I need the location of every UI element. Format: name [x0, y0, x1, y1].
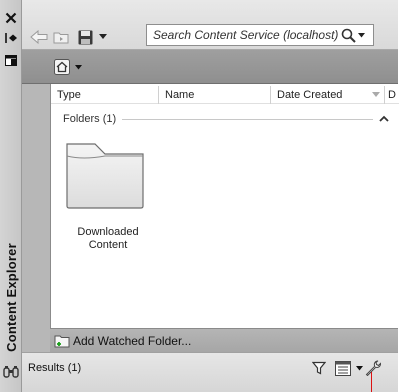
search-chevron-down-icon [358, 32, 365, 37]
column-d[interactable]: D [385, 86, 399, 104]
add-watched-folder-label: Add Watched Folder... [73, 334, 192, 348]
group-header[interactable]: Folders (1) [63, 110, 389, 128]
add-folder-icon [54, 335, 70, 348]
close-icon[interactable] [3, 10, 19, 26]
content-explorer-palette: Content Explorer Search Content Service … [0, 0, 399, 392]
wrench-icon[interactable] [364, 359, 382, 377]
save-icon[interactable] [76, 28, 94, 46]
palette-title-strip[interactable]: Content Explorer [0, 0, 22, 392]
folder-view-icon[interactable] [52, 28, 70, 46]
results-count: Results (1) [28, 362, 82, 374]
search-icon [341, 28, 356, 43]
content-list: Type Name Date Created D Folders (1) Dow… [50, 84, 399, 328]
list-item-label: Downloaded Content [77, 226, 139, 251]
list-item[interactable]: Downloaded Content [59, 142, 157, 262]
status-bar: Results (1) [22, 352, 398, 392]
column-date-created[interactable]: Date Created [271, 86, 385, 104]
folder-icon [66, 143, 144, 209]
pointer-line [371, 372, 372, 392]
add-watched-folder-bar[interactable]: Add Watched Folder... [50, 328, 398, 352]
column-type[interactable]: Type [51, 86, 159, 104]
group-divider [122, 118, 373, 120]
search-button[interactable] [341, 27, 367, 43]
home-chevron-down-icon [75, 64, 82, 69]
back-arrow-icon[interactable] [30, 28, 48, 46]
search-input[interactable] [147, 28, 339, 42]
palette-title: Content Explorer [3, 242, 19, 352]
sort-descending-icon [372, 92, 380, 97]
home-icon [54, 59, 70, 75]
home-button[interactable] [54, 57, 86, 77]
filter-icon[interactable] [310, 359, 328, 377]
search-box [146, 24, 374, 46]
collapse-chevron-up-icon[interactable] [379, 115, 389, 123]
column-name[interactable]: Name [159, 86, 271, 104]
properties-icon[interactable] [3, 52, 19, 68]
column-header: Type Name Date Created D [51, 86, 399, 104]
navigation-bar [22, 50, 398, 84]
toolbar [22, 0, 398, 50]
chevron-down-icon[interactable] [94, 28, 112, 46]
column-date-created-label: Date Created [277, 89, 343, 101]
autohide-icon[interactable] [3, 30, 19, 46]
binoculars-icon[interactable] [3, 364, 19, 380]
group-label: Folders (1) [63, 113, 117, 125]
